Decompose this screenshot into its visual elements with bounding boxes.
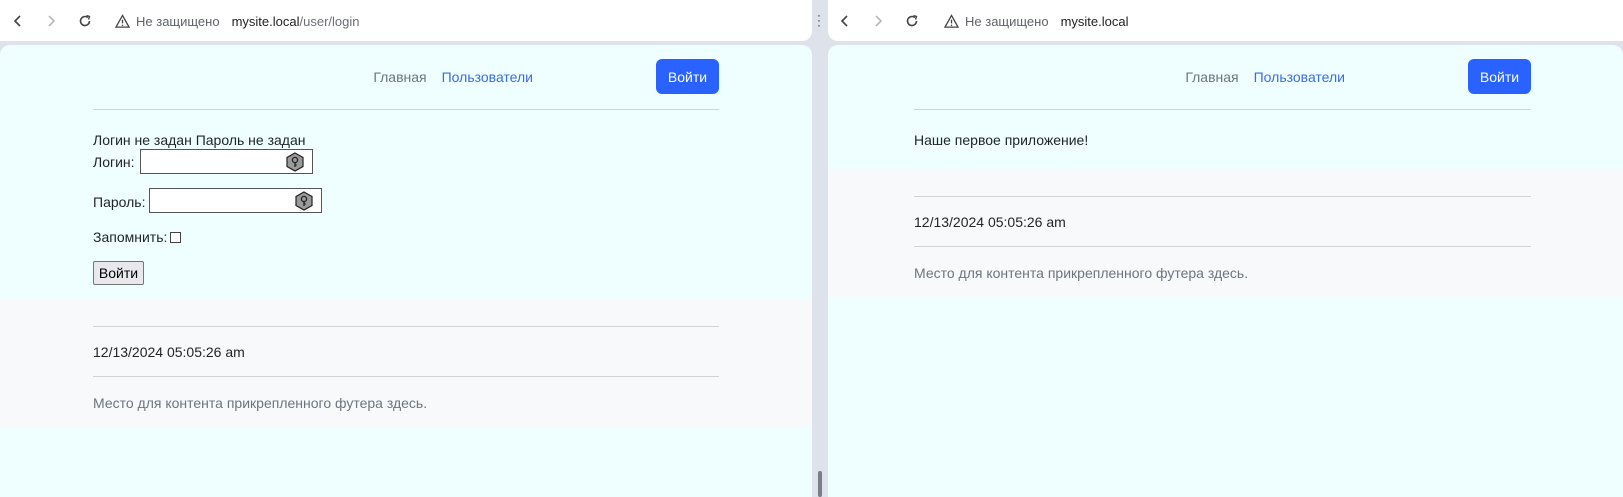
left-browser-pane: Не защищено mysite.local/user/login Глав… [0, 0, 812, 497]
header-divider [914, 109, 1531, 110]
footer-divider-top [914, 196, 1531, 197]
nav-link-home[interactable]: Главная [1185, 69, 1238, 85]
reload-icon [906, 14, 918, 27]
site-navbar: Главная Пользователи Войти [93, 59, 719, 95]
security-status: Не защищено [965, 13, 1049, 29]
address-bar[interactable]: Не защищено mysite.local/user/login [115, 11, 359, 31]
footer-note: Место для контента прикрепленного футера… [914, 265, 1249, 281]
remember-label: Запомнить: [93, 229, 168, 245]
right-browser-pane: Не защищено mysite.local Главная Пользов… [828, 0, 1623, 497]
key-icon[interactable] [285, 152, 305, 172]
page-viewport: Главная Пользователи Войти Наше первое п… [828, 45, 1623, 497]
warning-triangle-icon [944, 13, 959, 29]
arrow-left-icon [13, 15, 21, 27]
page-viewport: Главная Пользователи Войти Логин не зада… [0, 45, 812, 497]
browser-toolbar: Не защищено mysite.local/user/login [0, 0, 812, 41]
reload-icon [79, 14, 91, 27]
login-input[interactable] [140, 149, 313, 174]
vertical-dots-icon[interactable]: · · · [817, 9, 821, 31]
footer: 12/13/2024 05:05:26 am Место для контент… [0, 299, 812, 427]
back-button[interactable] [7, 10, 29, 32]
footer-divider-top [93, 326, 719, 327]
split-view-divider[interactable]: · · · [812, 0, 828, 497]
url-host: mysite.local [231, 13, 300, 29]
scrollbar-thumb[interactable] [818, 471, 822, 497]
warning-triangle-icon [115, 13, 130, 29]
arrow-left-icon [840, 15, 848, 27]
password-input[interactable] [149, 188, 322, 213]
address-bar[interactable]: Не защищено mysite.local [944, 11, 1129, 31]
footer-date: 12/13/2024 05:05:26 am [914, 214, 1066, 230]
remember-row: Запомнить: [93, 229, 182, 245]
arrow-right-icon [48, 15, 56, 27]
navbar-login-button[interactable]: Войти [1468, 59, 1531, 94]
back-button[interactable] [834, 10, 856, 32]
nav-link-home[interactable]: Главная [373, 69, 426, 85]
nav-link-users[interactable]: Пользователи [442, 69, 533, 85]
password-label: Пароль: [93, 194, 146, 210]
footer: 12/13/2024 05:05:26 am Место для контент… [828, 169, 1623, 297]
arrow-right-icon [875, 15, 883, 27]
browser-toolbar: Не защищено mysite.local [828, 0, 1623, 41]
remember-checkbox[interactable] [170, 232, 182, 243]
footer-note: Место для контента прикрепленного футера… [93, 395, 428, 411]
url-host: mysite.local [1060, 13, 1129, 29]
forward-button[interactable] [40, 10, 62, 32]
login-submit-button[interactable]: Войти [93, 261, 144, 285]
navbar-login-button[interactable]: Войти [656, 59, 719, 94]
forward-button[interactable] [867, 10, 889, 32]
reload-button[interactable] [901, 10, 923, 32]
nav-link-users[interactable]: Пользователи [1254, 69, 1345, 85]
reload-button[interactable] [74, 10, 96, 32]
footer-date: 12/13/2024 05:05:26 am [93, 344, 245, 360]
key-icon[interactable] [294, 191, 314, 211]
footer-divider-bottom [914, 246, 1531, 247]
security-status: Не защищено [136, 13, 220, 29]
main-text: Наше первое приложение! [914, 132, 1089, 148]
header-divider [93, 109, 719, 110]
url-path: /user/login [299, 13, 360, 29]
site-navbar: Главная Пользователи Войти [914, 59, 1531, 95]
footer-divider-bottom [93, 376, 719, 377]
login-label: Логин: [93, 154, 135, 170]
login-errors: Логин не задан Пароль не задан [93, 132, 306, 148]
